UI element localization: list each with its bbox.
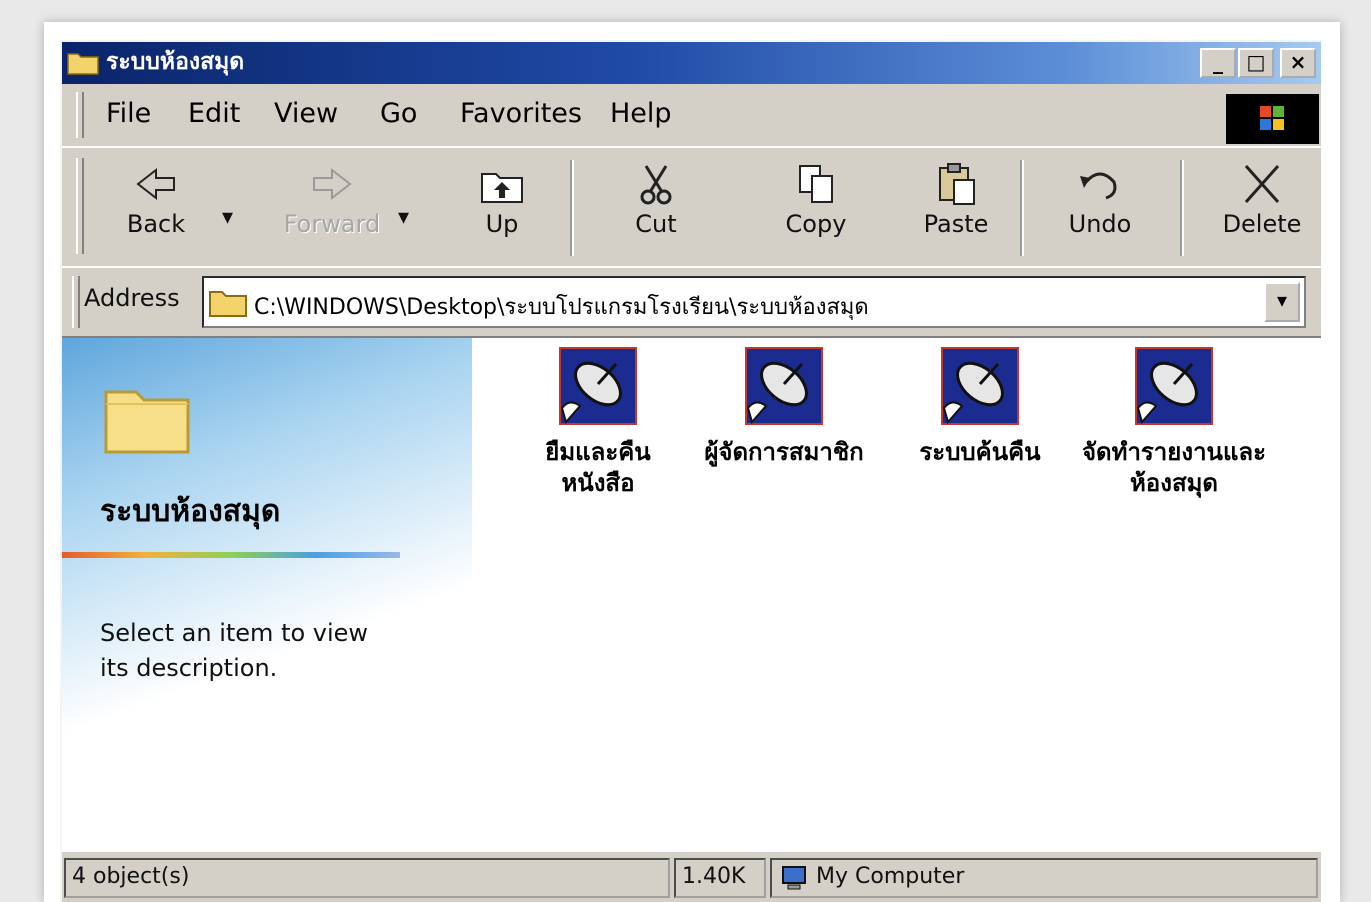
file-item[interactable]: จัดทำรายงานและ ห้องสมุด xyxy=(1074,346,1274,499)
delete-label: Delete xyxy=(1222,210,1302,238)
rainbow-divider xyxy=(62,552,400,558)
up-label: Up xyxy=(485,210,519,238)
paste-icon xyxy=(939,163,975,205)
toolbar-separator xyxy=(1020,160,1024,256)
satellite-dish-shortcut-icon xyxy=(559,347,637,425)
cut-label: Cut xyxy=(635,210,677,238)
menu-file[interactable]: File xyxy=(106,98,151,129)
windows-logo-throbber xyxy=(1226,94,1319,144)
address-grip[interactable] xyxy=(72,276,80,328)
cut-button[interactable]: Cut xyxy=(606,162,706,262)
address-path: C:\WINDOWS\Desktop\ระบบโปรแกรมโรงเรียน\ร… xyxy=(254,295,869,320)
undo-button[interactable]: Undo xyxy=(1050,162,1150,262)
toolbar-separator xyxy=(1180,160,1184,256)
file-name: ผู้จัดการสมาชิก xyxy=(704,438,864,466)
status-location-label: My Computer xyxy=(816,864,965,889)
folder-title: ระบบห้องสมุด xyxy=(100,494,281,529)
satellite-dish-shortcut-icon xyxy=(1135,347,1213,425)
menu-edit[interactable]: Edit xyxy=(188,98,240,129)
forward-arrow-icon xyxy=(313,167,352,201)
explorer-window: ระบบห้องสมุด _ □ × File Edit View Go Fav… xyxy=(60,40,1321,902)
file-name: ยืมและคืน หนังสือ xyxy=(545,438,651,497)
scissors-icon xyxy=(640,165,672,205)
folder-icon xyxy=(104,390,190,454)
address-dropdown-button[interactable]: ▾ xyxy=(1264,282,1300,322)
paste-button[interactable]: Paste xyxy=(906,162,1006,262)
copy-button[interactable]: Copy xyxy=(766,162,866,262)
close-button[interactable]: × xyxy=(1280,48,1316,78)
file-name: จัดทำรายงานและ ห้องสมุด xyxy=(1081,438,1267,497)
standard-toolbar: Back ▾ Forward ▾ Up Cut Copy Paste Undo … xyxy=(62,146,1321,266)
back-arrow-icon xyxy=(136,167,175,201)
satellite-dish-shortcut-icon xyxy=(941,347,1019,425)
copy-icon xyxy=(799,165,833,203)
delete-x-icon xyxy=(1244,165,1280,203)
forward-dropdown[interactable]: ▾ xyxy=(398,204,409,230)
computer-icon xyxy=(782,866,806,890)
toolbar-separator xyxy=(570,160,574,256)
address-input[interactable]: C:\WINDOWS\Desktop\ระบบโปรแกรมโรงเรียน\ร… xyxy=(202,276,1306,328)
forward-button[interactable]: Forward xyxy=(282,162,382,262)
menu-go[interactable]: Go xyxy=(380,98,417,129)
folder-view: ระบบห้องสมุด Select an item to view its … xyxy=(62,336,1321,850)
up-folder-icon xyxy=(481,173,523,203)
satellite-dish-shortcut-icon xyxy=(745,347,823,425)
menu-bar: File Edit View Go Favorites Help xyxy=(62,84,1321,146)
delete-button[interactable]: Delete xyxy=(1212,162,1312,262)
item-description: Select an item to view its description. xyxy=(100,619,369,682)
undo-icon xyxy=(1080,172,1117,200)
copy-label: Copy xyxy=(785,210,847,238)
web-view-panel: ระบบห้องสมุด Select an item to view its … xyxy=(62,338,472,850)
file-item[interactable]: ยืมและคืน หนังสือ xyxy=(498,346,698,499)
address-bar: Address C:\WINDOWS\Desktop\ระบบโปรแกรมโร… xyxy=(62,266,1321,336)
menu-view[interactable]: View xyxy=(274,98,338,129)
status-bar: 4 object(s) 1.40K My Computer xyxy=(62,850,1321,902)
back-label: Back xyxy=(126,210,186,238)
folder-icon xyxy=(209,291,247,317)
undo-label: Undo xyxy=(1068,210,1132,238)
minimize-button[interactable]: _ xyxy=(1200,48,1236,78)
address-label: Address xyxy=(84,284,180,312)
menu-help[interactable]: Help xyxy=(610,98,672,129)
title-bar[interactable]: ระบบห้องสมุด _ □ × xyxy=(62,42,1321,84)
back-dropdown[interactable]: ▾ xyxy=(222,204,233,230)
maximize-button[interactable]: □ xyxy=(1238,48,1274,78)
status-object-count: 4 object(s) xyxy=(64,858,670,898)
status-location: My Computer xyxy=(770,858,1318,898)
file-name: ระบบค้นคืน xyxy=(919,438,1041,466)
file-item[interactable]: ระบบค้นคืน xyxy=(880,346,1080,468)
toolbar-grip[interactable] xyxy=(76,158,84,254)
file-item[interactable]: ผู้จัดการสมาชิก xyxy=(684,346,884,468)
folder-icon xyxy=(67,53,99,75)
menu-grip[interactable] xyxy=(76,92,84,138)
forward-label: Forward xyxy=(283,210,381,238)
status-size: 1.40K xyxy=(674,858,766,898)
menu-favorites[interactable]: Favorites xyxy=(460,98,582,129)
windows-logo-icon xyxy=(1260,106,1284,130)
window-title: ระบบห้องสมุด xyxy=(106,49,245,75)
back-button[interactable]: Back xyxy=(106,162,206,262)
up-button[interactable]: Up xyxy=(452,162,552,262)
paste-label: Paste xyxy=(923,210,989,238)
